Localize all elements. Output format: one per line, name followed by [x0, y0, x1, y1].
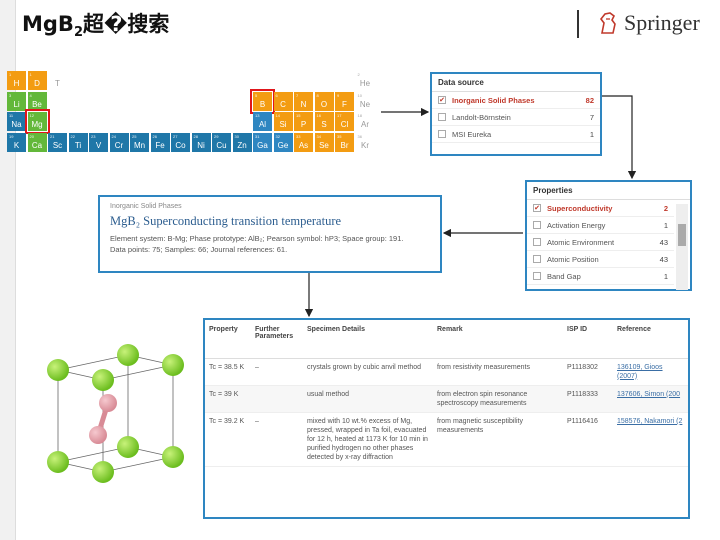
column-header: ISP ID: [563, 320, 613, 359]
data-source-item-label: MSI Eureka: [452, 129, 492, 139]
reference-link[interactable]: 136109, Gioos (2007): [613, 358, 688, 386]
scrollbar-thumb[interactable]: [678, 224, 686, 246]
property-item-count: 1: [663, 220, 668, 230]
table-cell: usual method: [303, 385, 433, 413]
table-cell: from resistivity measurements: [433, 358, 563, 386]
table-cell: Tc = 39 K: [205, 385, 251, 413]
arrow-to-properties: [602, 95, 637, 180]
table-cell: from magnetic susceptibility measurement…: [433, 412, 563, 468]
data-source-item[interactable]: ✔ Inorganic Solid Phases 82: [432, 92, 600, 109]
table-cell: Tc = 39.2 K: [205, 412, 251, 468]
property-item-label: Band Gap: [547, 271, 581, 281]
table-cell: P1118333: [563, 385, 613, 413]
column-header: Reference: [613, 320, 688, 359]
data-source-item-label: Landolt-Börnstein: [452, 112, 511, 122]
data-source-item-label: Inorganic Solid Phases: [452, 95, 535, 105]
column-header: Further Parameters: [251, 320, 303, 359]
reference-link[interactable]: 158576, Nakamori (2: [613, 412, 688, 468]
summary-counts: Data points: 75; Samples: 66; Journal re…: [110, 245, 288, 254]
data-source-item[interactable]: Landolt-Börnstein 7: [432, 109, 600, 126]
property-item[interactable]: Atomic Environment 43: [527, 234, 674, 251]
checkbox[interactable]: [533, 238, 541, 246]
column-header: Specimen Details: [303, 320, 433, 359]
boron-atom: [89, 426, 107, 444]
property-item-count: 43: [659, 254, 668, 264]
table-row: Tc = 39 K usual method from electron spin …: [205, 385, 688, 413]
data-source-header: Data source: [432, 74, 600, 92]
property-item[interactable]: Band Gap 1: [527, 268, 674, 285]
crystal-structure-illustration: [47, 344, 184, 483]
data-source-item-count: 7: [589, 112, 594, 122]
table-cell: P1116416: [563, 412, 613, 468]
column-header: Property: [205, 320, 251, 359]
checkbox[interactable]: ✔: [533, 204, 541, 212]
table-cell: –: [251, 358, 303, 386]
properties-header: Properties: [527, 182, 690, 200]
table-cell: Tc = 38.5 K: [205, 358, 251, 386]
checkbox[interactable]: [438, 130, 446, 138]
summary-phase-info: Element system: B-Mg; Phase prototype: A…: [110, 234, 404, 243]
specimen-table: Property Further Parameters Specimen Detai…: [205, 320, 688, 468]
checkbox[interactable]: ✔: [438, 96, 446, 104]
table-cell: [251, 385, 303, 413]
property-item-label: Atomic Position: [547, 254, 599, 264]
table-cell: from electron spin resonance spectroscop…: [433, 385, 563, 413]
data-source-item-count: 82: [585, 95, 594, 105]
column-header: Remark: [433, 320, 563, 359]
magnesium-atoms: [47, 344, 184, 483]
checkbox[interactable]: [533, 255, 541, 263]
checkbox[interactable]: [533, 272, 541, 280]
property-item-label: Activation Energy: [547, 220, 606, 230]
boron-atom: [99, 394, 117, 412]
table-cell: P1118302: [563, 358, 613, 386]
property-item-count: 2: [663, 203, 668, 213]
property-item-label: Superconductivity: [547, 203, 613, 213]
property-item-count: 1: [663, 271, 668, 281]
property-item-count: 43: [659, 237, 668, 247]
property-item[interactable]: Activation Energy 1: [527, 217, 674, 234]
property-item[interactable]: Atomic Position 43: [527, 251, 674, 268]
data-source-panel: Data source ✔ Inorganic Solid Phases 82 Lan…: [430, 72, 602, 156]
summary-source: Inorganic Solid Phases: [110, 203, 182, 210]
table-cell: crystals grown by cubic anvil method: [303, 358, 433, 386]
summary-title[interactable]: MgB₂ Superconducting transition temperat…: [100, 212, 440, 233]
checkbox[interactable]: [438, 113, 446, 121]
properties-panel: Properties ✔ Superconductivity 2 Activation…: [525, 180, 692, 291]
property-item[interactable]: ✔ Superconductivity 2: [527, 200, 674, 217]
table-row: Tc = 38.5 K – crystals grown by cubic anvi…: [205, 358, 688, 386]
table-row: Tc = 39.2 K – mixed with 10 wt.% excess of…: [205, 412, 688, 468]
checkbox[interactable]: [533, 221, 541, 229]
phase-summary-card: Inorganic Solid Phases MgB₂ Superconduct…: [98, 195, 442, 273]
properties-scrollbar[interactable]: [676, 204, 688, 290]
specimen-table-panel: Property Further Parameters Specimen Detai…: [203, 318, 690, 519]
table-cell: –: [251, 412, 303, 468]
data-source-item[interactable]: MSI Eureka 1: [432, 126, 600, 143]
reference-link[interactable]: 137606, Simon (200: [613, 385, 688, 413]
data-source-item-count: 1: [589, 129, 594, 139]
table-cell: mixed with 10 wt.% excess of Mg, pressed…: [303, 412, 433, 468]
property-item-label: Atomic Environment: [547, 237, 615, 247]
